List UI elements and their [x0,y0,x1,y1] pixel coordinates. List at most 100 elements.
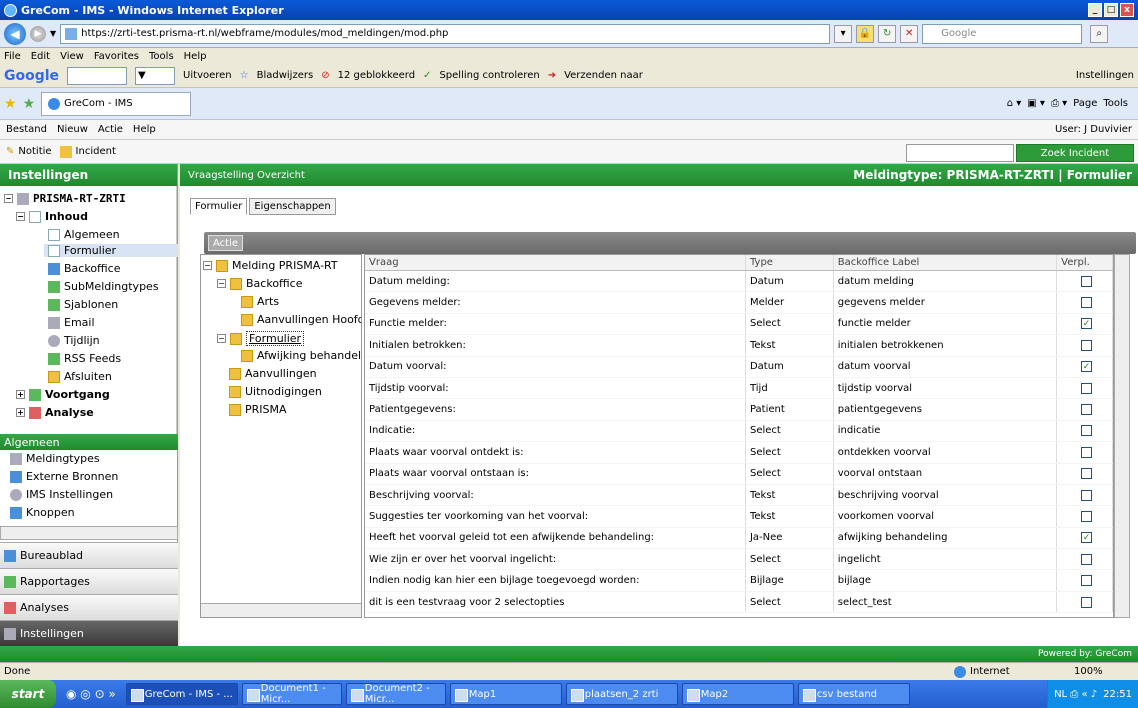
verplicht-checkbox[interactable] [1081,382,1093,394]
collapse-icon[interactable]: − [4,194,13,203]
table-row[interactable]: Wie zijn er over het voorval ingelicht: S… [365,549,1113,571]
forward-button[interactable]: ▶ [30,25,46,42]
tree-analyse[interactable]: + Analyse [16,406,94,419]
address-bar[interactable]: https://zrti-test.prisma-rt.nl/webframe/… [60,23,831,44]
minimize-button[interactable]: _ [1088,3,1102,17]
google-search-box[interactable] [67,66,128,85]
star-icon[interactable]: ☆ [240,70,249,81]
algemeen-item-meldingtypes[interactable]: Meldingtypes [10,452,100,465]
lock-icon[interactable]: 🔒 [856,24,875,43]
collapse-icon[interactable]: − [203,261,212,270]
close-button[interactable]: x [1120,3,1134,17]
app-menu-nieuw[interactable]: Nieuw [57,124,88,135]
section-analyses[interactable]: Analyses [0,594,178,620]
verplicht-checkbox[interactable] [1081,553,1093,565]
formtree-aanvullingen[interactable]: Aanvullingen [229,367,317,380]
verplicht-checkbox[interactable] [1081,339,1093,351]
verplicht-checkbox[interactable]: ✓ [1081,361,1093,373]
geblokkeerd-button[interactable]: 12 geblokkeerd [338,70,415,81]
table-row[interactable]: Plaats waar voorval ontdekt is: Select ont… [365,442,1113,464]
table-row[interactable]: Gegevens melder: Melder gegevens melder [365,292,1113,314]
expand-icon[interactable]: + [16,408,25,417]
formtree-formulier[interactable]: − Formulier [217,331,305,346]
incident-search-input[interactable] [906,144,1014,162]
collapse-icon[interactable]: − [16,212,25,221]
tree-item-algemeen[interactable]: Algemeen [48,228,120,241]
formtree-hscroll[interactable] [201,603,361,617]
verplicht-checkbox[interactable] [1081,446,1093,458]
verplicht-checkbox[interactable] [1081,275,1093,287]
formtree-root[interactable]: − Melding PRISMA-RT [203,259,338,272]
verzenden-button[interactable]: Verzenden naar [564,70,643,81]
verplicht-checkbox[interactable] [1081,510,1093,522]
table-row[interactable]: Beschrijving voorval: Tekst beschrijving v… [365,484,1113,507]
task-grecom[interactable]: GreCom - IMS - ... [125,683,238,705]
menu-file[interactable]: File [4,51,21,62]
tree-item-submeldingtypes[interactable]: SubMeldingtypes [48,280,159,293]
menu-favorites[interactable]: Favorites [94,51,139,62]
section-instellingen[interactable]: Instellingen [0,620,178,646]
section-bureaublad[interactable]: Bureaublad [0,542,178,568]
back-button[interactable]: ◀ [4,22,26,45]
search-input[interactable]: Google [922,23,1083,44]
collapse-icon[interactable]: − [217,334,226,343]
verplicht-checkbox[interactable] [1081,404,1093,416]
browser-tab[interactable]: GreCom - IMS [41,91,192,116]
formtree-afwijking[interactable]: Afwijking behandel [241,349,361,362]
tree-item-backoffice[interactable]: Backoffice [48,262,121,275]
zoom-level[interactable]: 100% [1074,666,1134,677]
tree-root[interactable]: − PRISMA-RT-ZRTI [4,192,126,205]
col-vraag[interactable]: Vraag [365,255,746,270]
task-csv[interactable]: csv bestand [797,683,910,705]
actie-button[interactable]: Actie [208,235,244,251]
algemeen-item-knoppen[interactable]: Knoppen [10,506,75,519]
table-row[interactable]: Datum melding: Datum datum melding [365,271,1113,293]
verplicht-checkbox[interactable] [1081,596,1093,608]
table-row[interactable]: Suggesties ter voorkoming van het voorva… [365,506,1113,528]
tree-item-formulier[interactable]: Formulier [44,244,178,257]
task-document2[interactable]: Document2 - Micr... [345,683,446,705]
history-dropdown-icon[interactable]: ▼ [50,29,56,38]
verplicht-checkbox[interactable]: ✓ [1081,318,1093,330]
table-row[interactable]: dit is een testvraag voor 2 selectopties… [365,591,1113,614]
uitvoeren-button[interactable]: Uitvoeren [183,70,232,81]
tree-voortgang[interactable]: + Voortgang [16,388,110,401]
col-backoffice-label[interactable]: Backoffice Label [834,255,1058,270]
refresh-icon[interactable]: ↻ [878,24,897,43]
tree-item-tijdlijn[interactable]: Tijdlijn [48,334,100,347]
verplicht-checkbox[interactable] [1081,468,1093,480]
table-row[interactable]: Indien nodig kan hier een bijlage toegev… [365,570,1113,592]
verplicht-checkbox[interactable] [1081,575,1093,587]
favorites-star-icon[interactable]: ★ [4,96,17,112]
col-verplicht[interactable]: Verpl. [1057,255,1113,270]
algemeen-item-ims-instellingen[interactable]: IMS Instellingen [10,488,113,501]
collapse-icon[interactable]: − [217,279,226,288]
formtree-uitnodigingen[interactable]: Uitnodigingen [229,385,322,398]
col-type[interactable]: Type [746,255,834,270]
add-favorite-icon[interactable]: ★ [23,96,36,112]
incident-button[interactable]: Incident [76,146,116,157]
tree-inhoud[interactable]: − Inhoud [16,210,88,223]
table-row[interactable]: Functie melder: Select functie melder ✓ [365,313,1113,336]
spelling-button[interactable]: Spelling controleren [439,70,539,81]
formtree-prisma[interactable]: PRISMA [229,403,287,416]
menu-view[interactable]: View [60,51,84,62]
home-icon[interactable]: ⌂ ▾ [1007,98,1022,109]
verplicht-checkbox[interactable]: ✓ [1081,532,1093,544]
formtree-backoffice[interactable]: − Backoffice [217,277,303,290]
app-menu-help[interactable]: Help [133,124,156,135]
verplicht-checkbox[interactable] [1081,489,1093,501]
table-row[interactable]: Plaats waar voorval ontstaan is: Select vo… [365,463,1113,485]
feeds-icon[interactable]: ▣ ▾ [1027,98,1045,109]
table-row[interactable]: Indicatie: Select indicatie [365,420,1113,443]
left-hscroll[interactable] [0,526,178,540]
stop-icon[interactable]: ✕ [900,24,919,43]
task-map1[interactable]: Map1 [449,683,562,705]
search-icon[interactable]: ⌕ [1090,24,1109,43]
google-search-dropdown[interactable]: ▼ [135,66,176,85]
menu-help[interactable]: Help [184,51,207,62]
formtree-arts[interactable]: Arts [241,295,279,308]
zoek-incident-button[interactable]: Zoek Incident [1016,144,1134,162]
expand-icon[interactable]: + [16,390,25,399]
grid-vscroll[interactable] [1114,254,1130,618]
